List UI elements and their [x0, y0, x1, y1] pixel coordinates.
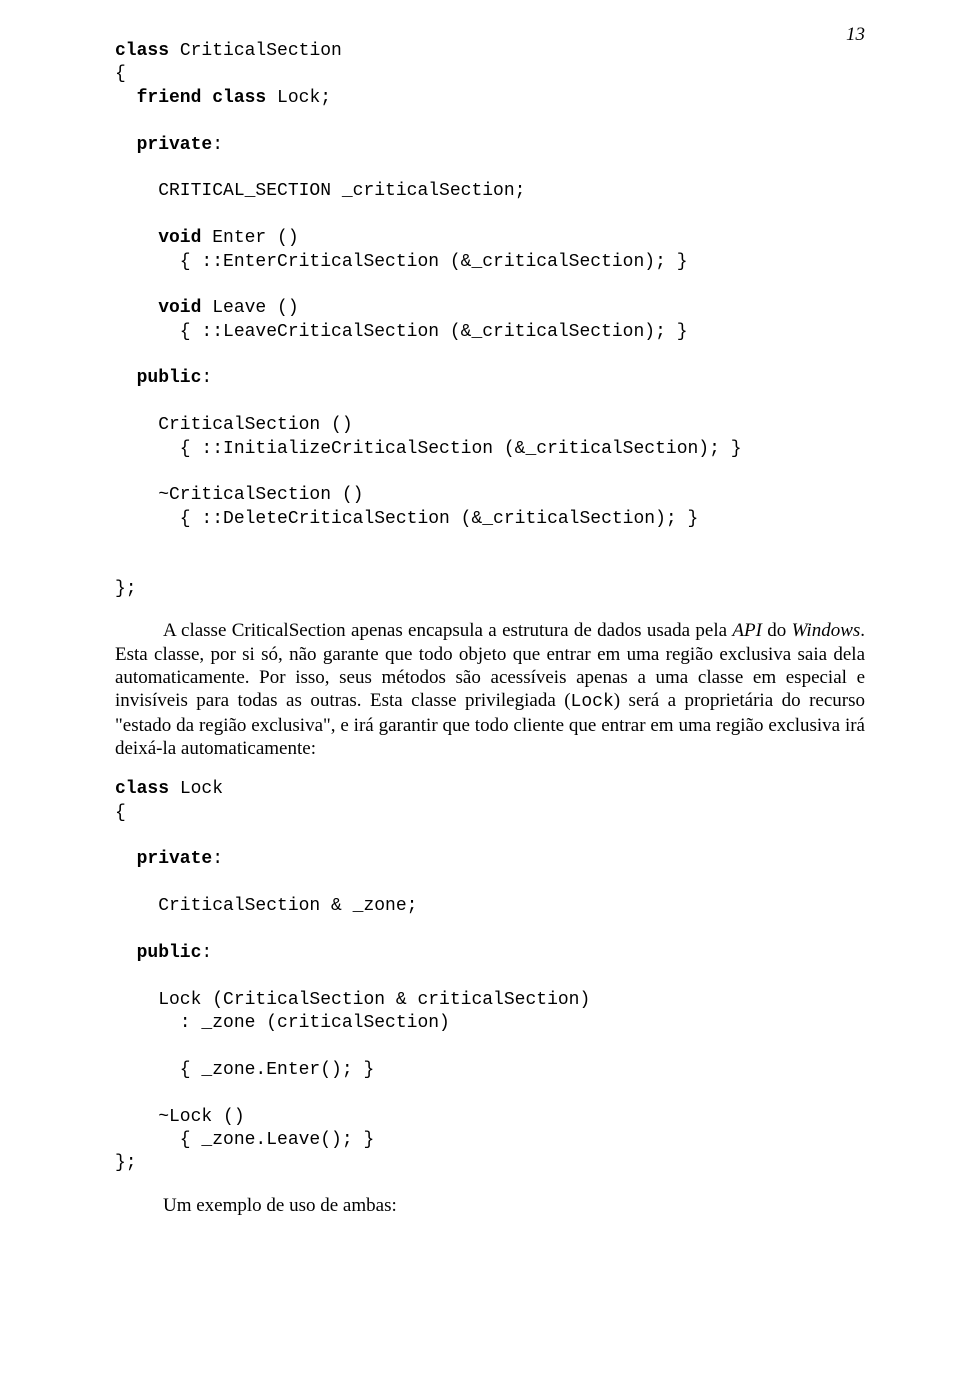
code-block-criticalsection: class CriticalSection { friend class Loc…: [115, 40, 865, 601]
text-italic: API: [732, 620, 762, 641]
keyword-public: public: [115, 943, 201, 963]
keyword-void: void: [115, 228, 201, 248]
code-text: { ::InitializeCriticalSection (&_critica…: [115, 439, 742, 459]
keyword-private: private: [115, 849, 212, 869]
keyword-void: void: [115, 298, 201, 318]
code-text: CriticalSection: [169, 41, 342, 61]
code-text: { ::EnterCriticalSection (&_criticalSect…: [115, 252, 688, 272]
keyword-public: public: [115, 368, 201, 388]
text: A classe CriticalSection apenas encapsul…: [163, 620, 732, 641]
keyword-private: private: [115, 135, 212, 155]
text-italic: Windows: [792, 620, 861, 641]
code-text: CriticalSection (): [115, 415, 353, 435]
code-text: };: [115, 1153, 137, 1173]
code-text: { ::DeleteCriticalSection (&_criticalSec…: [115, 509, 698, 529]
paragraph-example-intro: Um exemplo de uso de ambas:: [115, 1194, 865, 1217]
code-text: };: [115, 579, 137, 599]
code-text: Leave (): [201, 298, 298, 318]
code-text: CriticalSection & _zone;: [115, 896, 417, 916]
code-text: Enter (): [201, 228, 298, 248]
code-text: Lock;: [266, 88, 331, 108]
code-text: ~CriticalSection (): [115, 485, 363, 505]
code-text: { _zone.Leave(); }: [115, 1130, 374, 1150]
code-text: { ::LeaveCriticalSection (&_criticalSect…: [115, 322, 688, 342]
keyword-friend-class: friend class: [115, 88, 266, 108]
code-text: CRITICAL_SECTION _criticalSection;: [115, 181, 525, 201]
keyword-class: class: [115, 779, 169, 799]
code-text: ~Lock (): [115, 1107, 245, 1127]
code-text: :: [201, 943, 212, 963]
text: do: [762, 620, 792, 641]
code-block-lock: class Lock { private: CriticalSection & …: [115, 778, 865, 1176]
code-text: Lock (CriticalSection & criticalSection): [115, 990, 590, 1010]
code-text: { _zone.Enter(); }: [115, 1060, 374, 1080]
code-text: : _zone (criticalSection): [115, 1013, 450, 1033]
code-text: {: [115, 803, 126, 823]
text-mono: Lock: [571, 692, 614, 712]
code-text: {: [115, 64, 126, 84]
keyword-class: class: [115, 41, 169, 61]
code-text: Lock: [169, 779, 223, 799]
code-text: :: [201, 368, 212, 388]
paragraph-description: A classe CriticalSection apenas encapsul…: [115, 619, 865, 760]
code-text: :: [212, 135, 223, 155]
page: 13 class CriticalSection { friend class …: [0, 0, 960, 1373]
code-text: :: [212, 849, 223, 869]
page-number: 13: [846, 24, 865, 46]
